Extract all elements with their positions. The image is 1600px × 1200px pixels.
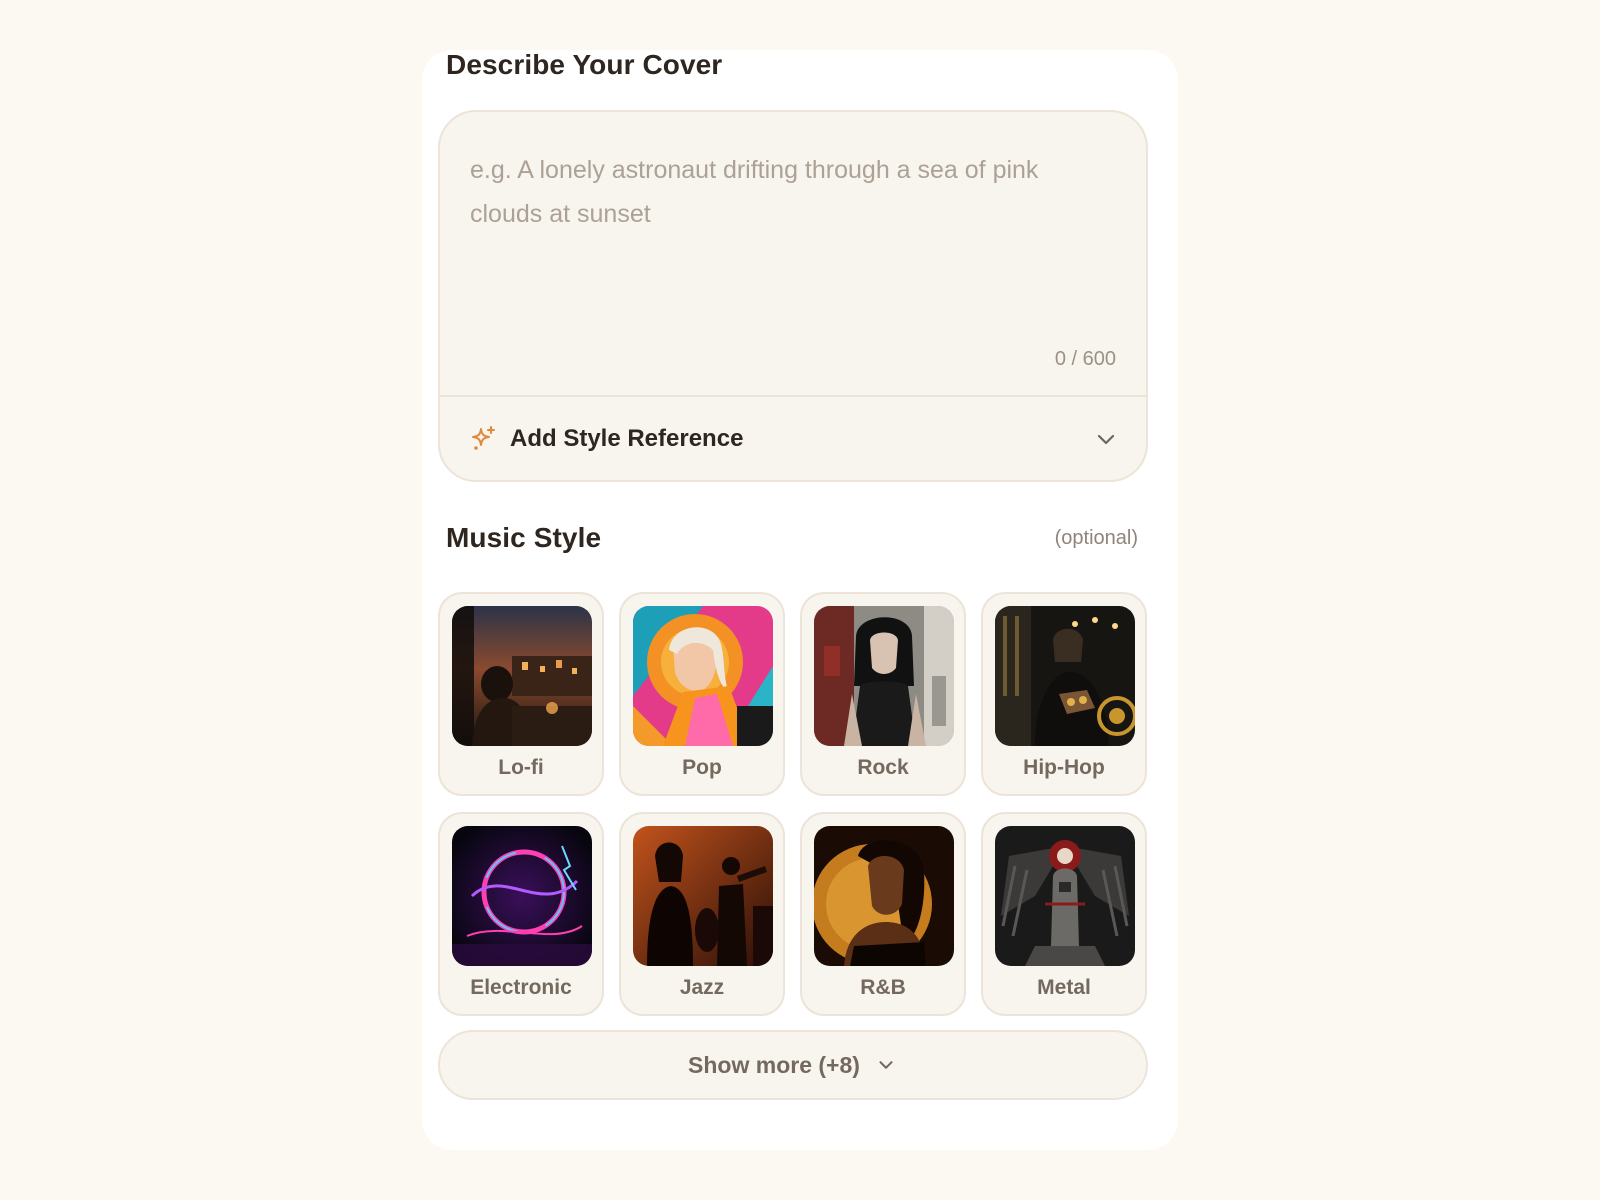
style-label-hiphop: Hip-Hop xyxy=(1023,756,1105,779)
cover-description-input[interactable] xyxy=(470,148,1090,338)
prompt-box: 0 / 600 Add Style Reference xyxy=(438,110,1148,482)
pop-cover-thumbnail xyxy=(633,606,773,746)
music-style-grid: Lo-fi Pop Rock Hip-Hop Electronic Jazz R… xyxy=(438,592,1148,1016)
add-style-reference-button[interactable]: Add Style Reference xyxy=(440,397,1146,480)
electronic-cover-thumbnail xyxy=(452,826,592,966)
rock-cover-thumbnail xyxy=(814,606,954,746)
hiphop-cover-thumbnail xyxy=(995,606,1135,746)
character-counter: 0 / 600 xyxy=(1054,348,1116,370)
chevron-down-icon[interactable] xyxy=(1094,427,1118,451)
sparkle-icon xyxy=(470,425,498,453)
style-option-lofi[interactable]: Lo-fi xyxy=(438,592,604,796)
optional-note: (optional) xyxy=(1054,527,1138,549)
chevron-down-icon xyxy=(874,1053,898,1077)
style-label-metal: Metal xyxy=(1037,976,1091,999)
style-option-metal[interactable]: Metal xyxy=(981,812,1147,1016)
show-more-button[interactable]: Show more (+8) xyxy=(438,1030,1148,1100)
style-label-pop: Pop xyxy=(682,756,722,779)
music-style-title: Music Style xyxy=(446,522,602,553)
jazz-cover-thumbnail xyxy=(633,826,773,966)
show-more-label: Show more (+8) xyxy=(688,1051,860,1078)
add-style-reference-label: Add Style Reference xyxy=(510,424,744,452)
style-option-rnb[interactable]: R&B xyxy=(800,812,966,1016)
style-label-lofi: Lo-fi xyxy=(498,756,544,779)
rnb-cover-thumbnail xyxy=(814,826,954,966)
lofi-cover-thumbnail xyxy=(452,606,592,746)
describe-cover-title: Describe Your Cover xyxy=(446,49,723,80)
create-cover-panel: Describe Your Cover 0 / 600 Add Style Re… xyxy=(422,50,1178,1150)
metal-cover-thumbnail xyxy=(995,826,1135,966)
style-option-pop[interactable]: Pop xyxy=(619,592,785,796)
style-option-jazz[interactable]: Jazz xyxy=(619,812,785,1016)
style-label-rock: Rock xyxy=(857,756,909,779)
style-label-rnb: R&B xyxy=(860,976,906,999)
style-option-hiphop[interactable]: Hip-Hop xyxy=(981,592,1147,796)
style-label-electronic: Electronic xyxy=(470,976,572,999)
style-label-jazz: Jazz xyxy=(679,976,725,999)
style-option-rock[interactable]: Rock xyxy=(800,592,966,796)
style-option-electronic[interactable]: Electronic xyxy=(438,812,604,1016)
